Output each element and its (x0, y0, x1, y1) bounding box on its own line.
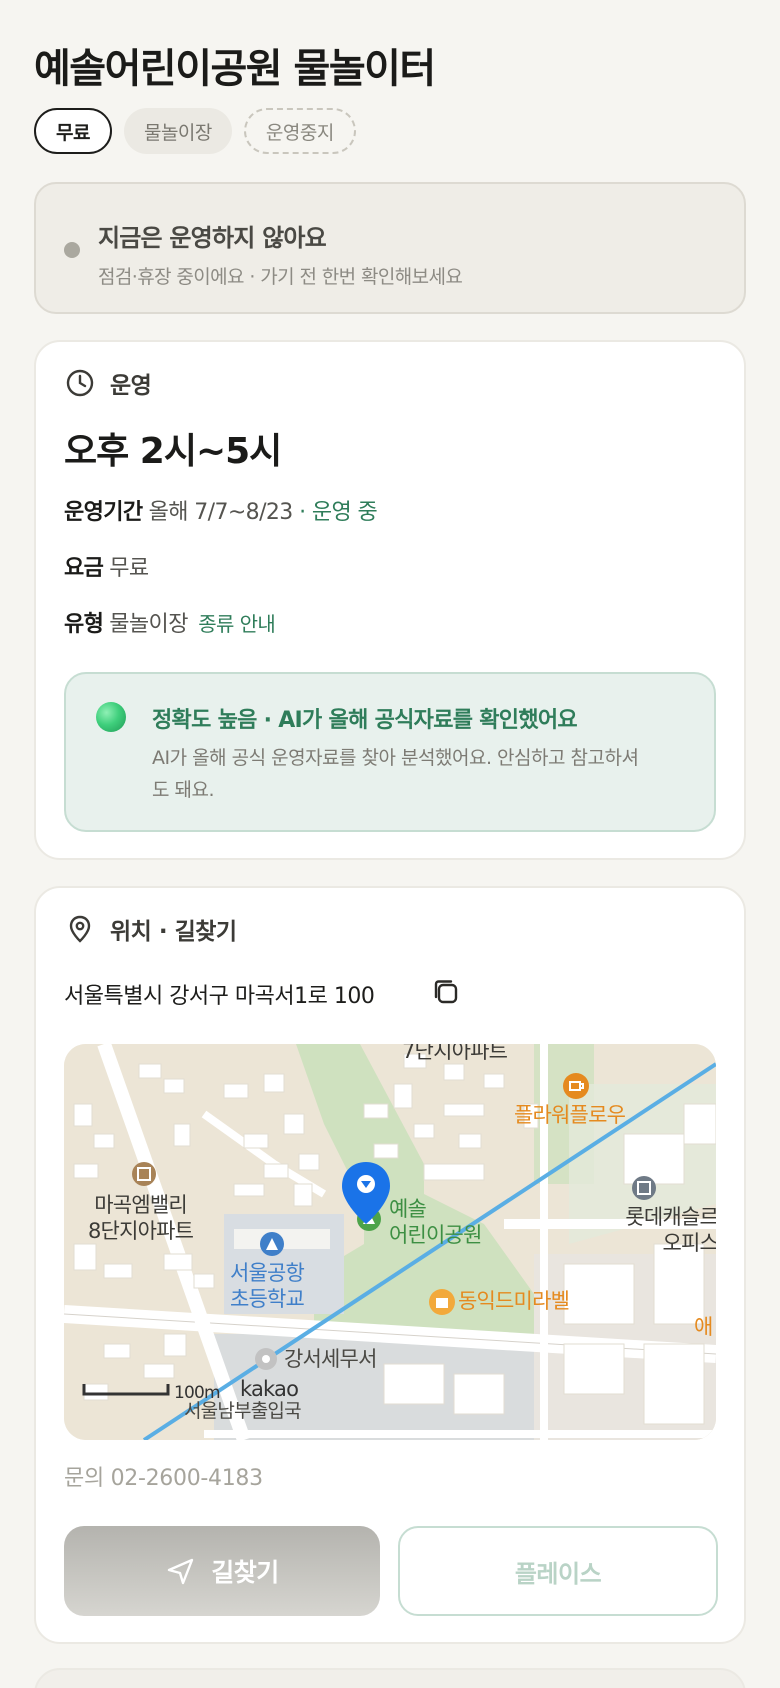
navigation-arrow-icon (168, 1558, 194, 1585)
hours-section-label: 운영 (110, 373, 152, 399)
location-map[interactable]: 7단지아파트 플라워플로우 예솔 어린이공원 마곡엠밸리 8단지아파트 롯데캐슬… (64, 1044, 716, 1440)
address-text: 서울특별시 강서구 마곡서1로 100 (64, 984, 375, 1009)
period-label: 운영기간 (64, 500, 143, 525)
map-label-apt-top: 7단지아파트 (402, 1044, 508, 1063)
location-section-header: 위치 · 길찾기 (64, 912, 237, 946)
status-chip: 운영중지 (243, 108, 356, 154)
fee-chip: 무료 (34, 108, 112, 154)
contact-phone[interactable]: 문의 02-2600-4183 (64, 1460, 263, 1492)
status-dot-icon (64, 242, 80, 258)
directions-button[interactable]: 길찾기 (64, 1526, 380, 1616)
period-value: 올해 7/7~8/23 (148, 500, 294, 525)
operating-time: 오후 2시~5시 (64, 431, 282, 472)
location-card: 위치 · 길찾기 서울특별시 강서구 마곡서1로 100 7단지아파트 플라워플… (34, 886, 746, 1644)
hours-card: 운영 오후 2시~5시 운영기간 올해 7/7~8/23 · 운영 중 요금 무료 … (34, 340, 746, 860)
fee-label: 요금 (64, 556, 104, 581)
map-label-cafe[interactable]: 플라워플로우 (514, 1102, 626, 1128)
map-label-park[interactable]: 예솔 어린이공원 (389, 1196, 482, 1248)
type-guide-link[interactable]: 종류 안내 (198, 612, 276, 636)
period-row: 운영기간 올해 7/7~8/23 · 운영 중 (64, 494, 378, 526)
map-label-cut-bottom: 서울남부출입국 (184, 1400, 302, 1422)
ai-confidence-box: 정확도 높음 · AI가 올해 공식자료를 확인했어요 AI가 올해 공식 운영… (64, 672, 716, 832)
ai-confidence-body: AI가 올해 공식 운영자료를 찾아 분석했어요. 안심하고 참고하셔도 돼요. (152, 747, 639, 801)
hours-section-header: 운영 (64, 366, 152, 400)
map-label-tax-office[interactable]: 강서세무서 (284, 1346, 377, 1372)
ai-orb-icon (96, 702, 126, 732)
location-pin-icon (69, 915, 91, 943)
clock-icon (66, 369, 94, 397)
type-label: 유형 (64, 612, 104, 637)
directions-button-label: 길찾기 (211, 1558, 279, 1587)
location-section-label: 위치 · 길찾기 (110, 919, 237, 945)
map-label-edge-right: 애 (694, 1315, 713, 1339)
operation-status-banner: 지금은 운영하지 않아요 점검·휴장 중이에요 · 가기 전 한번 확인해보세요 (34, 182, 746, 314)
map-label-school[interactable]: 서울공항 초등학교 (230, 1260, 305, 1312)
tag-chips: 무료 물놀이장 운영중지 (34, 108, 356, 154)
period-status: · 운영 중 (299, 500, 378, 525)
ai-confidence-headline: 정확도 높음 · AI가 올해 공식자료를 확인했어요 (152, 708, 578, 733)
page-title: 예솔어린이공원 물놀이터 (34, 46, 436, 92)
place-button[interactable]: 플레이스 (398, 1526, 718, 1616)
copy-icon[interactable] (430, 976, 462, 1008)
map-label-lotte[interactable]: 롯데캐슬르 오피스 (564, 1204, 716, 1256)
fee-value: 무료 (109, 556, 149, 581)
next-card-edge (34, 1668, 746, 1688)
type-row: 유형 물놀이장 종류 안내 (64, 606, 276, 638)
status-detail: 점검·휴장 중이에요 · 가기 전 한번 확인해보세요 (98, 266, 463, 288)
fee-row: 요금 무료 (64, 550, 149, 582)
map-label-mart[interactable]: 동익드미라벨 (458, 1288, 570, 1314)
place-detail-page: 예솔어린이공원 물놀이터 무료 물놀이장 운영중지 지금은 운영하지 않아요 점… (0, 0, 780, 1688)
type-chip: 물놀이장 (123, 108, 232, 154)
map-label-apt-left[interactable]: 마곡엠밸리 8단지아파트 (88, 1192, 194, 1244)
place-button-label: 플레이스 (514, 1559, 602, 1588)
status-headline: 지금은 운영하지 않아요 (98, 224, 327, 252)
type-value: 물놀이장 (109, 612, 188, 637)
